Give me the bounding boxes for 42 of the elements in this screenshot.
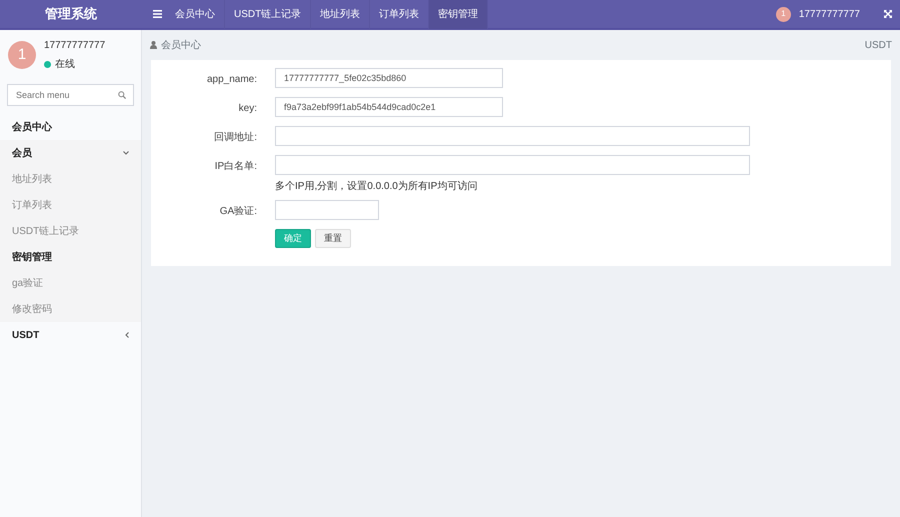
user-name: 17777777777 xyxy=(44,39,106,53)
fullscreen-icon[interactable] xyxy=(884,10,892,18)
field-label: 回调地址: xyxy=(213,130,258,145)
sidebar-item[interactable]: 会员中心 xyxy=(0,114,141,140)
sidebar-item[interactable]: 地址列表 xyxy=(0,166,141,192)
input-field[interactable] xyxy=(275,200,379,220)
nav-tab[interactable]: 会员中心 xyxy=(166,0,225,29)
input-field[interactable]: f9a73a2ebf99f1ab54b544d9cad0c2e1 xyxy=(275,97,503,117)
sidebar-item[interactable]: 密钥管理 xyxy=(0,244,141,270)
field-label: app_name: xyxy=(206,73,258,87)
search-field[interactable]: Search menu xyxy=(7,84,134,106)
user-avatar: 1 xyxy=(8,41,36,69)
user-avatar: 1 xyxy=(776,6,791,22)
group-label: USDT xyxy=(12,328,40,342)
sidebar-item[interactable]: ga验证 xyxy=(0,270,141,296)
status-text: 在线 xyxy=(55,58,75,72)
nav-tab[interactable]: USDT链上记录 xyxy=(225,0,312,29)
person-icon xyxy=(150,41,157,49)
reset-button[interactable]: 重置 xyxy=(315,229,351,248)
input-field[interactable] xyxy=(275,155,750,175)
field-label: IP白名单: xyxy=(214,160,258,174)
search-icon xyxy=(118,91,126,99)
input-field[interactable]: 17777777777_5fe02c35bd860 xyxy=(275,68,503,88)
nav-tab[interactable]: 地址列表 xyxy=(311,0,370,29)
field-label: key: xyxy=(238,102,258,116)
field-label: GA验证: xyxy=(218,205,258,219)
sidebar-item[interactable]: USDT链上记录 xyxy=(0,218,141,244)
sidebar-group[interactable]: 会员 xyxy=(0,140,141,166)
chevron-down-icon xyxy=(123,151,129,155)
help-text: 多个IP用,分割，设置0.0.0.0为所有IP均可访问 xyxy=(275,180,478,194)
brand-title: 管理系统 xyxy=(44,5,98,24)
group-label: 会员 xyxy=(12,146,32,160)
breadcrumb-right: USDT xyxy=(864,38,892,52)
chevron-left-icon xyxy=(125,332,129,338)
status-dot xyxy=(44,61,51,68)
input-field[interactable] xyxy=(275,126,750,146)
breadcrumb-link[interactable]: 会员中心 xyxy=(161,38,201,52)
sidebar-item[interactable]: 订单列表 xyxy=(0,192,141,218)
sidebar-group[interactable]: USDT xyxy=(0,322,141,348)
user-name[interactable]: 17777777777 xyxy=(798,6,860,22)
nav-tab[interactable]: 密钥管理 xyxy=(429,0,488,29)
sidebar-item[interactable]: 修改密码 xyxy=(0,296,141,322)
